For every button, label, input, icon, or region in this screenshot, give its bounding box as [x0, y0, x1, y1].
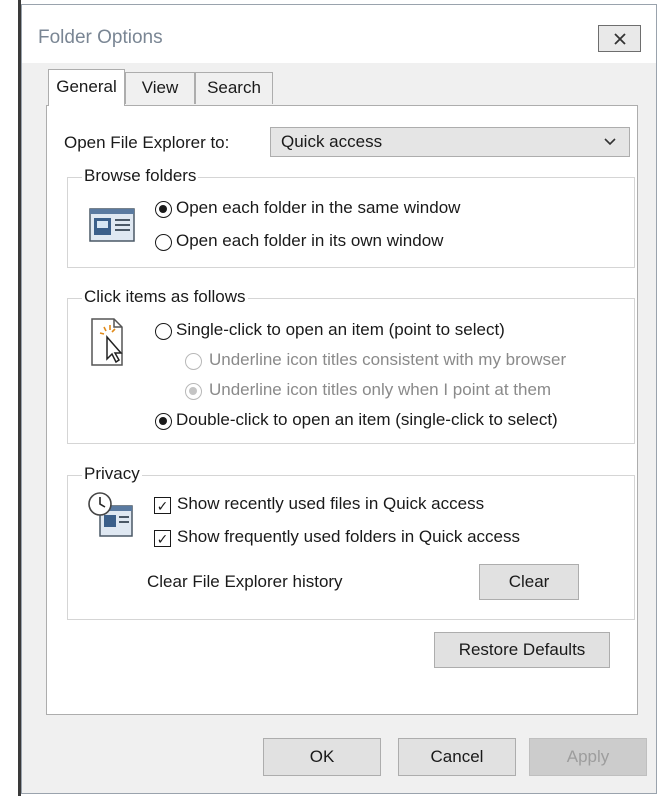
title-bar: Folder Options [22, 5, 656, 63]
tab-view[interactable]: View [125, 72, 195, 104]
apply-button[interactable]: Apply [529, 738, 647, 776]
general-tab-panel: Open File Explorer to: Quick access Brow… [46, 105, 638, 715]
clear-history-label: Clear File Explorer history [147, 572, 343, 591]
clear-button[interactable]: Clear [479, 564, 579, 600]
click-items-legend: Click items as follows [82, 287, 248, 307]
open-explorer-dropdown[interactable]: Quick access [270, 127, 630, 157]
browse-folders-group: Browse folders Open each folder in the s… [67, 166, 635, 268]
click-items-group: Click items as follows Single-click to o… [67, 287, 635, 444]
frequent-folders-checkbox[interactable]: ✓ [154, 530, 171, 547]
double-click-label[interactable]: Double-click to open an item (single-cli… [176, 410, 558, 430]
underline-point-radio[interactable] [185, 383, 202, 400]
browse-folders-legend: Browse folders [82, 166, 199, 186]
folder-window-icon [89, 208, 135, 242]
recent-files-label[interactable]: Show recently used files in Quick access [177, 494, 484, 514]
double-click-radio[interactable] [155, 413, 172, 430]
cancel-button[interactable]: Cancel [398, 738, 516, 776]
frequent-folders-label[interactable]: Show frequently used folders in Quick ac… [177, 527, 520, 547]
browse-own-window-radio[interactable] [155, 234, 172, 251]
pointer-click-icon [91, 318, 123, 366]
underline-browser-label[interactable]: Underline icon titles consistent with my… [209, 350, 566, 370]
privacy-legend: Privacy [82, 464, 142, 484]
browse-same-window-label[interactable]: Open each folder in the same window [176, 198, 460, 218]
single-click-radio[interactable] [155, 323, 172, 340]
close-icon [613, 32, 626, 45]
browse-same-window-radio[interactable] [155, 201, 172, 218]
browse-own-window-label[interactable]: Open each folder in its own window [176, 231, 443, 251]
dialog-title: Folder Options [38, 27, 163, 48]
checkmark-icon: ✓ [156, 530, 169, 547]
open-explorer-label: Open File Explorer to: [64, 133, 230, 152]
checkmark-icon: ✓ [156, 497, 169, 514]
privacy-group: Privacy ✓ Show recently used files in Qu… [67, 464, 635, 620]
chevron-down-icon [604, 138, 616, 146]
underline-point-label[interactable]: Underline icon titles only when I point … [209, 380, 551, 400]
recent-history-icon [88, 492, 133, 537]
close-button[interactable] [598, 25, 641, 52]
single-click-label[interactable]: Single-click to open an item (point to s… [176, 320, 505, 340]
open-explorer-value: Quick access [281, 132, 383, 151]
ok-button[interactable]: OK [263, 738, 381, 776]
tab-search[interactable]: Search [195, 72, 273, 104]
tab-general[interactable]: General [48, 69, 125, 106]
folder-options-dialog: Folder Options General View Search Open … [21, 4, 657, 794]
recent-files-checkbox[interactable]: ✓ [154, 497, 171, 514]
underline-browser-radio[interactable] [185, 353, 202, 370]
restore-defaults-button[interactable]: Restore Defaults [434, 632, 610, 668]
